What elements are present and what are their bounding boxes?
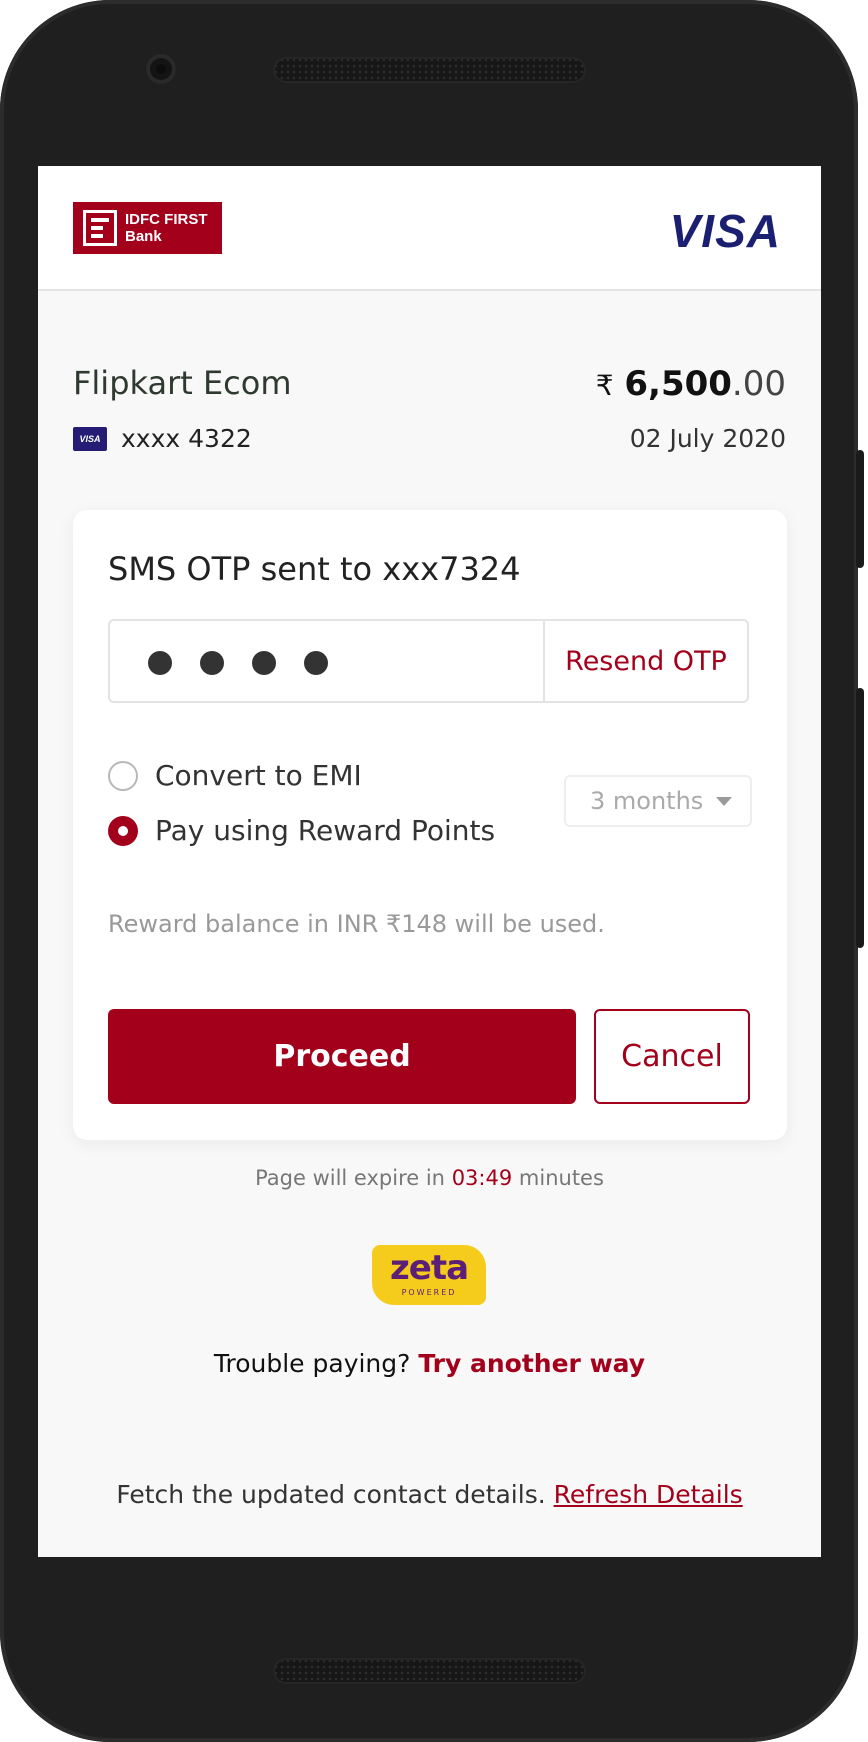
trouble-paying-row: Trouble paying? Try another way [38,1349,821,1378]
emi-label: Convert to EMI [155,759,362,792]
otp-digit-dot [304,651,328,675]
amount-decimal: .00 [731,364,786,404]
emi-radio[interactable] [108,760,138,791]
expiry-prefix: Page will expire in [255,1166,445,1190]
zeta-powered-logo: zeta POWERED [372,1245,486,1305]
currency-symbol: ₹ [595,369,614,402]
resend-otp-button[interactable]: Resend OTP [543,621,747,701]
emi-tenure-value: 3 months [590,787,704,815]
page-header: IDFC FIRST Bank VISA [38,166,821,291]
expiry-timer: 03:49 [451,1166,513,1190]
reward-radio[interactable] [108,815,138,846]
otp-digit-dot [252,651,276,675]
refresh-details-link[interactable]: Refresh Details [554,1480,743,1509]
visa-card-icon: VISA [73,426,107,451]
visa-logo: VISA [669,205,781,257]
otp-masked-digits [148,651,328,675]
masked-card-number: xxxx 4322 [121,424,252,453]
emi-tenure-select[interactable]: 3 months [564,775,752,827]
reward-option[interactable]: Pay using Reward Points [108,814,495,847]
transaction-amount: ₹ 6,500.00 [596,364,786,404]
emi-option[interactable]: Convert to EMI [108,759,362,792]
expiry-suffix: minutes [518,1166,604,1190]
chevron-down-icon [716,797,732,806]
front-camera [146,54,176,84]
otp-input[interactable]: Resend OTP [108,619,749,703]
merchant-name: Flipkart Ecom [73,364,292,402]
bank-logo: IDFC FIRST Bank [73,202,222,254]
cancel-button[interactable]: Cancel [594,1009,750,1104]
try-another-way-link[interactable]: Try another way [418,1349,645,1378]
zeta-logo-sub: POWERED [401,1288,457,1297]
proceed-button[interactable]: Proceed [108,1009,576,1104]
phone-frame: IDFC FIRST Bank VISA Flipkart Ecom ₹ 6,5… [0,0,864,1742]
refresh-details-row: Fetch the updated contact details. Refre… [38,1480,821,1509]
zeta-logo-word: zeta [389,1248,469,1288]
transaction-date: 02 July 2020 [629,424,786,453]
reward-balance-note: Reward balance in INR ₹148 will be used. [108,910,605,938]
refresh-text: Fetch the updated contact details. [116,1480,546,1509]
otp-title: SMS OTP sent to xxx7324 [108,550,521,588]
amount-main: 6,500 [624,364,732,404]
bank-logo-text: IDFC FIRST Bank [125,211,208,245]
bottom-speaker [273,1658,586,1684]
trouble-text: Trouble paying? [213,1349,411,1378]
volume-button [856,688,864,948]
otp-digit-dot [148,651,172,675]
reward-label: Pay using Reward Points [155,814,496,847]
bank-logo-mark-icon [83,210,117,246]
top-speaker [273,57,586,83]
bank-logo-line1: IDFC FIRST [125,211,208,228]
card-info: VISA xxxx 4322 [73,424,252,453]
screen: IDFC FIRST Bank VISA Flipkart Ecom ₹ 6,5… [38,166,821,1557]
bank-logo-line2: Bank [125,228,162,245]
expiry-notice: Page will expire in 03:49 minutes [38,1166,821,1190]
otp-card: SMS OTP sent to xxx7324 Resend OTP Conve… [73,510,787,1140]
power-button [856,450,864,568]
otp-digit-dot [200,651,224,675]
